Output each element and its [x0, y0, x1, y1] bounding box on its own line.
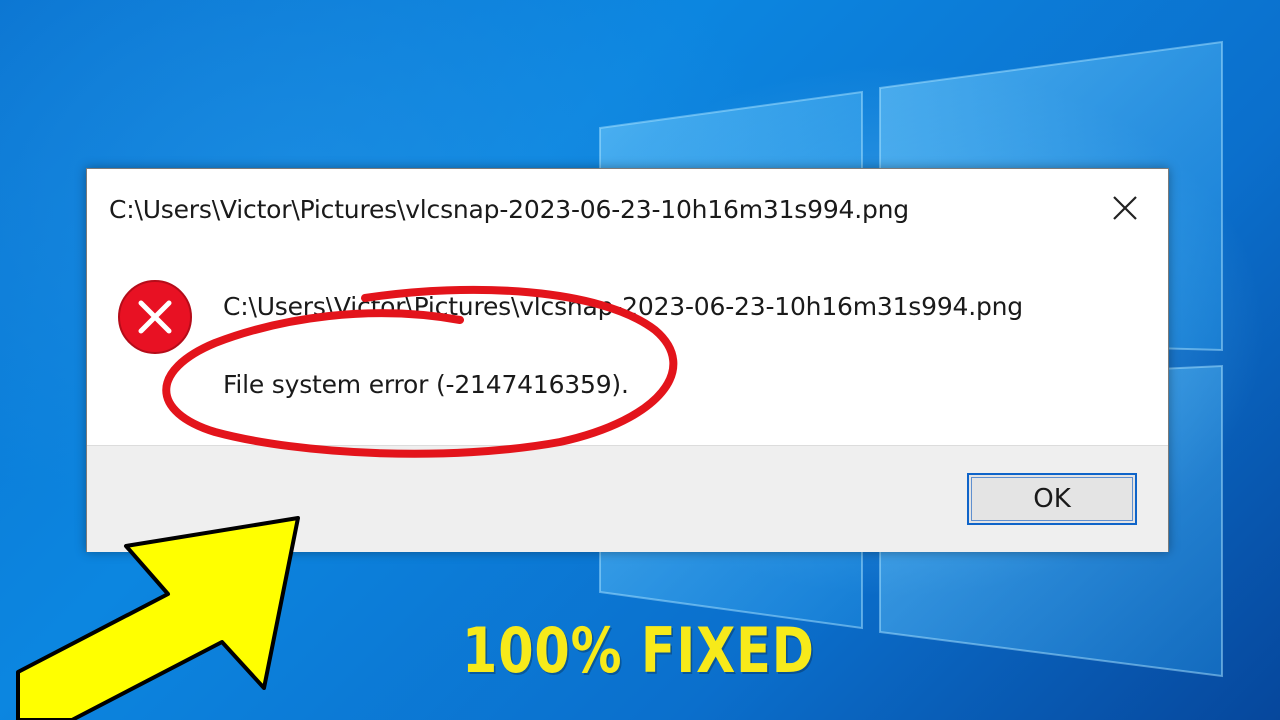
dialog-title: C:\Users\Victor\Pictures\vlcsnap-2023-06…: [109, 195, 909, 224]
ok-button[interactable]: OK: [967, 473, 1137, 525]
close-icon: [1113, 196, 1137, 220]
dialog-footer: OK: [87, 445, 1168, 552]
error-file-path: C:\Users\Victor\Pictures\vlcsnap-2023-06…: [223, 292, 1023, 321]
fixed-caption: 100% FIXED: [462, 614, 815, 687]
error-dialog: C:\Users\Victor\Pictures\vlcsnap-2023-06…: [86, 168, 1169, 552]
error-message: File system error (-2147416359).: [223, 370, 629, 399]
error-icon: [118, 280, 192, 354]
close-button[interactable]: [1104, 187, 1146, 229]
